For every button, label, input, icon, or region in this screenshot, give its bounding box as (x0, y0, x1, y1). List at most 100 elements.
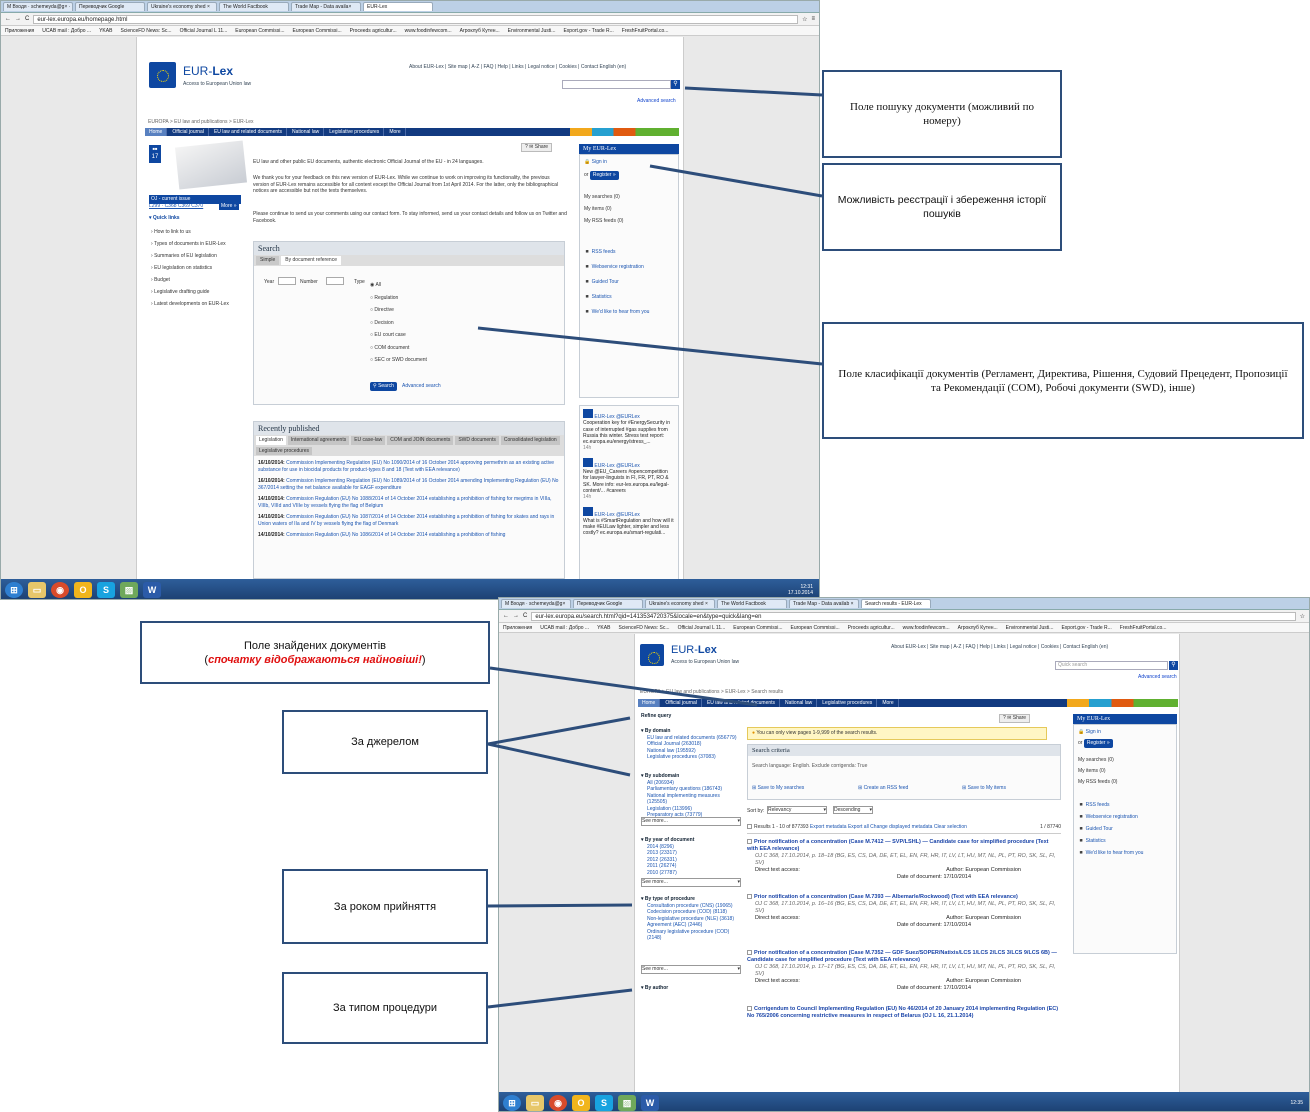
nav-eu-law[interactable]: EU law and related documents (703, 699, 781, 707)
statistics-link[interactable]: ◾ Statistics (1078, 835, 1143, 847)
sort-select[interactable]: Relevancy ▾ (767, 806, 827, 814)
share-button[interactable]: ? ✉ Share (999, 714, 1031, 723)
rss-feeds-link[interactable]: ◾ RSS feeds (584, 245, 649, 260)
bookmark[interactable]: Official Journal L 11... (180, 28, 228, 34)
nav-more[interactable]: More (385, 128, 406, 136)
bookmark[interactable]: www.foodinfewcom... (405, 28, 452, 34)
office-icon[interactable]: O (74, 582, 92, 598)
start-button-icon[interactable]: ⊞ (503, 1094, 521, 1111)
breadcrumb[interactable]: EUROPA > EU law and publications > EUR-L… (640, 689, 783, 695)
register-button[interactable]: Register » (589, 171, 619, 180)
browser-tab[interactable]: Trade Map - Data availa× (291, 2, 361, 11)
bookmark[interactable]: Proceeds agricultur... (350, 28, 397, 34)
advanced-search-link[interactable]: Advanced search (637, 98, 676, 104)
register-button[interactable]: Register » (1083, 739, 1113, 748)
bookmark[interactable]: FreshFruitPortal.co... (622, 28, 669, 34)
my-searches-link[interactable]: My searches (0) (1078, 755, 1117, 766)
order-select[interactable]: Descending ▾ (833, 806, 873, 814)
oj-more-button[interactable]: More » (219, 203, 239, 210)
tweet[interactable]: EUR-Lex @EURLex New @EU_Careers #opencom… (583, 457, 675, 501)
bookmark[interactable]: Export.gov - Trade R... (563, 28, 613, 34)
quick-link[interactable]: › Types of documents in EUR-Lex (151, 238, 251, 250)
recent-tab[interactable]: SWD documents (455, 436, 499, 445)
my-items-link[interactable]: My items (0) (584, 203, 623, 215)
start-button-icon[interactable]: ⊞ (5, 582, 23, 598)
select-all-checkbox[interactable] (747, 824, 752, 830)
office-icon[interactable]: O (572, 1094, 590, 1111)
type-radio-court-case[interactable]: ○ EU court case (370, 329, 427, 342)
search-submit-button[interactable]: ⚲ Search (370, 382, 397, 391)
browser-tab[interactable]: The World Factbook (717, 599, 787, 608)
nav-official-journal[interactable]: Official journal (168, 128, 209, 136)
breadcrumb[interactable]: EUROPA > EU law and publications > EUR-L… (148, 119, 254, 125)
back-icon[interactable]: ← (5, 16, 11, 22)
nav-national-law[interactable]: National law (288, 128, 325, 136)
nav-legislative-procedures[interactable]: Legislative procedures (325, 128, 385, 136)
type-radio-decision[interactable]: ○ Decision (370, 317, 427, 330)
facet-item[interactable]: Codecision procedure (COD) (8118) (641, 909, 741, 916)
type-radio-com[interactable]: ○ COM document (370, 342, 427, 355)
reload-icon[interactable]: C (25, 16, 29, 22)
bookmark[interactable]: FreshFruitPortal.co... (1120, 625, 1167, 631)
tab-document-reference[interactable]: By document reference (281, 256, 341, 265)
sign-in-link[interactable]: 🔒 Sign in (584, 159, 607, 166)
result-item[interactable]: Prior notification of a concentration (C… (747, 839, 1061, 881)
save-to-my-searches[interactable]: ⊞ Save to My searches (752, 785, 804, 792)
bookmark[interactable]: UCAB mail : Добро ... (42, 28, 91, 34)
nav-official-journal[interactable]: Official journal (661, 699, 702, 707)
photo-icon[interactable]: ▨ (120, 582, 138, 598)
bookmark[interactable]: Environmental Justi... (1006, 625, 1054, 631)
bookmark[interactable]: Environmental Justi... (508, 28, 556, 34)
share-button[interactable]: ? ✉ Share (521, 143, 553, 152)
word-icon[interactable]: W (641, 1094, 659, 1111)
advanced-search-link[interactable]: Advanced search (1138, 674, 1177, 680)
number-input[interactable] (326, 277, 344, 285)
tab-simple-search[interactable]: Simple (256, 256, 280, 265)
recent-tab[interactable]: EU case-law (351, 436, 386, 445)
url-input[interactable]: eur-lex.europa.eu/search.html?qid=141353… (531, 611, 1296, 621)
bookmark[interactable]: Export.gov - Trade R... (1061, 625, 1111, 631)
bookmark[interactable]: UCAB mail : Добро ... (540, 625, 589, 631)
browser-tab[interactable]: The World Factbook (219, 2, 289, 11)
rss-feeds-link[interactable]: ◾ RSS feeds (1078, 799, 1143, 811)
browser-tab-active[interactable]: Search results - EUR-Lex (861, 599, 931, 608)
star-icon[interactable]: ☆ (802, 16, 807, 23)
see-more-select[interactable]: See more... ▾ (641, 817, 741, 826)
bookmark[interactable]: Приложения (503, 625, 532, 631)
nav-eu-law[interactable]: EU law and related documents (210, 128, 288, 136)
nav-more[interactable]: More (878, 699, 899, 707)
menu-icon[interactable]: ≡ (811, 16, 815, 22)
type-radio-regulation[interactable]: ○ Regulation (370, 292, 427, 305)
sign-in-link[interactable]: 🔒 Sign in (1078, 729, 1101, 736)
explorer-icon[interactable]: ▭ (28, 582, 46, 598)
my-items-link[interactable]: My items (0) (1078, 766, 1117, 777)
my-searches-link[interactable]: My searches (0) (584, 191, 623, 203)
calendar-icon[interactable]: ■■ 17 (149, 145, 161, 163)
browser-tab[interactable]: Переводчик Google (75, 2, 145, 11)
bookmark[interactable]: European Commissi... (733, 625, 782, 631)
create-rss-feed[interactable]: ⊞ Create an RSS feed (858, 785, 908, 792)
quick-search-input[interactable]: Quick search (1055, 661, 1168, 670)
bookmark[interactable]: ScienceFD News: Sc... (618, 625, 669, 631)
search-input[interactable] (562, 80, 671, 89)
star-icon[interactable]: ☆ (1300, 613, 1305, 620)
webservice-link[interactable]: ◾ Webservice registration (584, 260, 649, 275)
quick-link[interactable]: › Latest developments on EUR-Lex (151, 298, 251, 310)
quick-link[interactable]: › Legislative drafting guide (151, 286, 251, 298)
nav-home[interactable]: Home (638, 699, 661, 707)
bookmark[interactable]: www.foodinfewcom... (903, 625, 950, 631)
top-links[interactable]: About EUR-Lex | Site map | A-Z | FAQ | H… (409, 64, 626, 70)
bookmark[interactable]: European Commissi... (235, 28, 284, 34)
type-radio-swd[interactable]: ○ SEC or SWD document (370, 354, 427, 367)
facet-item[interactable]: 2010 (27787) (641, 870, 741, 877)
recent-item[interactable]: 16/10/2014: Commission Implementing Regu… (258, 478, 560, 491)
statistics-link[interactable]: ◾ Statistics (584, 290, 649, 305)
browser-tab[interactable]: Ukraine's economy shed × (645, 599, 715, 608)
bookmark[interactable]: Агроклуб Кутен... (460, 28, 500, 34)
guided-tour-link[interactable]: ◾ Guided Tour (584, 275, 649, 290)
tweet[interactable]: EUR-Lex @EURLex What is #SmartRegulation… (583, 506, 675, 537)
bookmark[interactable]: European Commissi... (292, 28, 341, 34)
recent-item[interactable]: 14/10/2014: Commission Regulation (EU) N… (258, 514, 560, 527)
bookmark[interactable]: Приложения (5, 28, 34, 34)
result-checkbox[interactable] (747, 839, 752, 845)
